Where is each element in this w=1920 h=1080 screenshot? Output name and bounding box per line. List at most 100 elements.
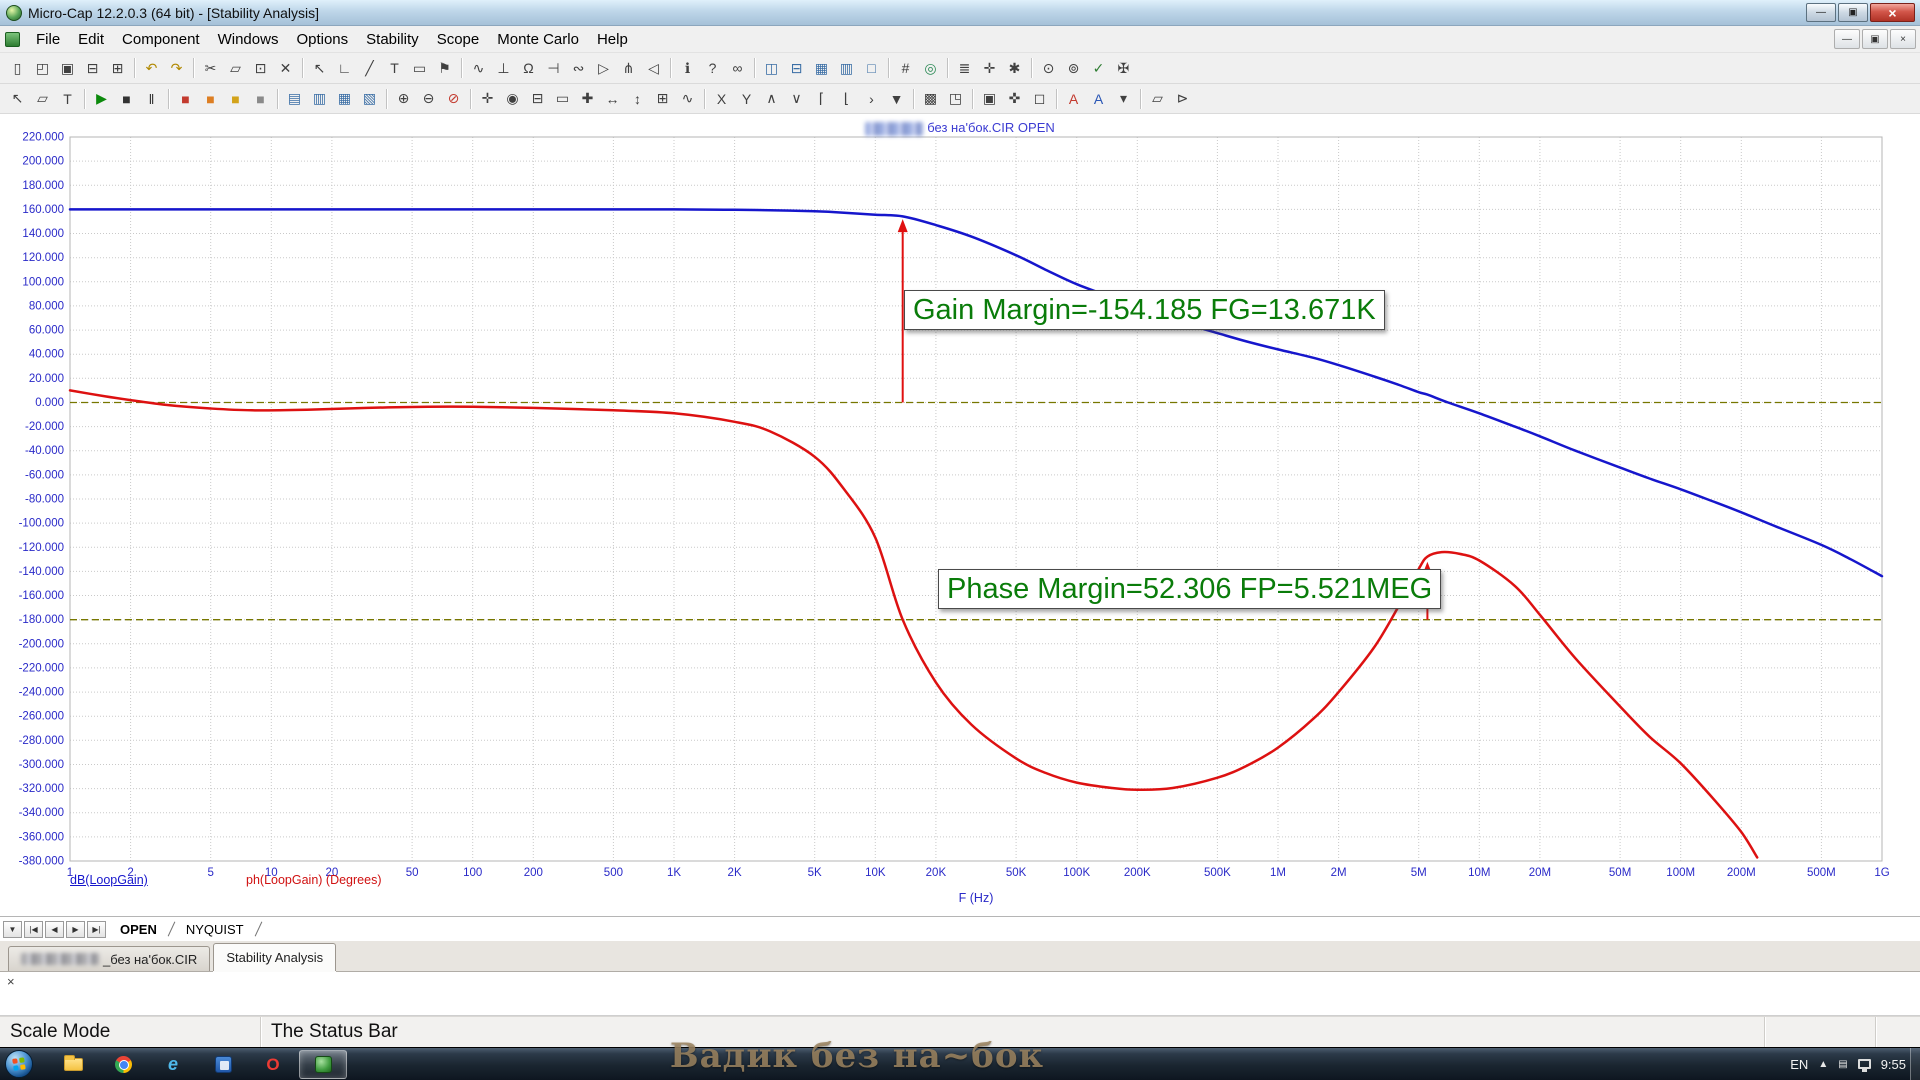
run-analysis-button[interactable]: ▶ — [89, 87, 114, 111]
capacitor-button[interactable]: ⊣ — [541, 56, 566, 80]
plus-mark-button[interactable]: ✚ — [575, 87, 600, 111]
tracker-button[interactable]: ⊞ — [650, 87, 675, 111]
undo-button[interactable]: ↶ — [139, 56, 164, 80]
magnify-region-button[interactable]: ◻ — [1027, 87, 1052, 111]
previous-plot-button[interactable]: ◀ — [45, 921, 64, 938]
next-point-button[interactable]: › — [859, 87, 884, 111]
export-button[interactable]: ⊳ — [1170, 87, 1195, 111]
save-file-button[interactable]: ▣ — [55, 56, 80, 80]
annotate-text-button[interactable]: T — [55, 87, 80, 111]
mdi-minimize-button[interactable]: — — [1834, 29, 1860, 49]
chrome-taskbar-button[interactable] — [99, 1050, 147, 1079]
tokens-button[interactable]: ⊟ — [525, 87, 550, 111]
maximize-window-button[interactable]: □ — [859, 56, 884, 80]
text-mode-button[interactable]: T — [382, 56, 407, 80]
menu-edit[interactable]: Edit — [69, 28, 113, 51]
probe-current-button[interactable]: ■ — [198, 87, 223, 111]
ruler-button[interactable]: ▭ — [550, 87, 575, 111]
close-button[interactable]: × — [1870, 3, 1915, 22]
macro-button[interactable]: ✠ — [1111, 56, 1136, 80]
font-dropdown-button[interactable]: ▾ — [1111, 87, 1136, 111]
help-mode-button[interactable]: ? — [700, 56, 725, 80]
design-tool-button[interactable]: ✛ — [977, 56, 1002, 80]
zoom-in-button[interactable]: ⊕ — [391, 87, 416, 111]
graphics-tool-button[interactable]: ▱ — [30, 87, 55, 111]
gain-curve-legend[interactable]: dB(LoopGain) — [70, 873, 148, 887]
stop-analysis-button[interactable]: ■ — [114, 87, 139, 111]
select-tool-button[interactable]: ↖ — [5, 87, 30, 111]
phase-curve-legend[interactable]: ph(LoopGain) (Degrees) — [246, 873, 382, 887]
go-to-x-button[interactable]: X — [709, 87, 734, 111]
tile-windows-button[interactable]: ▥ — [834, 56, 859, 80]
settings-button[interactable]: ✱ — [1002, 56, 1027, 80]
find-peak-button[interactable]: ∧ — [759, 87, 784, 111]
text-color-button[interactable]: A — [1061, 87, 1086, 111]
data-points-button[interactable]: ◉ — [500, 87, 525, 111]
language-indicator[interactable]: EN — [1790, 1057, 1808, 1072]
internet-explorer-taskbar-button[interactable]: e — [149, 1050, 197, 1079]
add-waveform-button[interactable]: ▤ — [282, 87, 307, 111]
copy-graph-button[interactable]: ▱ — [1145, 87, 1170, 111]
split-vertical-button[interactable]: ⊟ — [784, 56, 809, 80]
waveform-properties-button[interactable]: ▦ — [332, 87, 357, 111]
menu-component[interactable]: Component — [113, 28, 209, 51]
graphics-mode-button[interactable]: ▭ — [407, 56, 432, 80]
plot-tab-open[interactable]: OPEN — [108, 917, 169, 941]
open-file-button[interactable]: ◰ — [30, 56, 55, 80]
delete-waveform-button[interactable]: ▥ — [307, 87, 332, 111]
component-browser-button[interactable]: # — [893, 56, 918, 80]
sine-source-button[interactable]: ∿ — [466, 56, 491, 80]
scale-mode-button[interactable]: ◳ — [943, 87, 968, 111]
paste-button[interactable]: ⊡ — [248, 56, 273, 80]
file-tab--без-на-бок-cir[interactable]: _без на'бок.CIR — [8, 946, 210, 971]
copy-button[interactable]: ▱ — [223, 56, 248, 80]
menu-windows[interactable]: Windows — [209, 28, 288, 51]
tag-horizontal-button[interactable]: ↔ — [600, 87, 625, 111]
transistor-button[interactable]: ⋔ — [616, 56, 641, 80]
probe-power-button[interactable]: ■ — [223, 87, 248, 111]
resistor-button[interactable]: Ω — [516, 56, 541, 80]
network-icon[interactable] — [1858, 1059, 1871, 1069]
probe-voltage-button[interactable]: ■ — [173, 87, 198, 111]
zoom-fit-button[interactable]: ▣ — [977, 87, 1002, 111]
probe-condition-button[interactable]: ■ — [248, 87, 273, 111]
zoom-out-button[interactable]: ⊖ — [416, 87, 441, 111]
menu-stability[interactable]: Stability — [357, 28, 428, 51]
find-button[interactable]: ⊙ — [1036, 56, 1061, 80]
pause-analysis-button[interactable]: ‖ — [139, 87, 164, 111]
cut-button[interactable]: ✂ — [198, 56, 223, 80]
file-tab-stability-analysis[interactable]: Stability Analysis — [213, 943, 336, 971]
show-desktop-button[interactable] — [1910, 1048, 1920, 1080]
panel-close-icon[interactable]: × — [7, 974, 15, 989]
periodic-steady-state-button[interactable]: ∿ — [675, 87, 700, 111]
split-horizontal-button[interactable]: ◫ — [759, 56, 784, 80]
blue-app-taskbar-button[interactable] — [199, 1050, 247, 1079]
diode-button[interactable]: ▷ — [591, 56, 616, 80]
zoom-mode-button[interactable]: ⊘ — [441, 87, 466, 111]
restore-button[interactable]: ▣ — [1838, 3, 1868, 22]
print-preview-button[interactable]: ⊞ — [105, 56, 130, 80]
last-plot-button[interactable]: ▶| — [87, 921, 106, 938]
plot-list-dropdown-button[interactable]: ▼ — [3, 921, 22, 938]
info-button[interactable]: ℹ — [675, 56, 700, 80]
delete-button[interactable]: ✕ — [273, 56, 298, 80]
wire-mode-button[interactable]: ∟ — [332, 56, 357, 80]
link-button[interactable]: ∞ — [725, 56, 750, 80]
check-model-button[interactable]: ✓ — [1086, 56, 1111, 80]
find-low-button[interactable]: ⌊ — [834, 87, 859, 111]
cursor-mode-button[interactable]: ✛ — [475, 87, 500, 111]
flag-mode-button[interactable]: ⚑ — [432, 56, 457, 80]
globe-browser-button[interactable]: ◎ — [918, 56, 943, 80]
cascade-windows-button[interactable]: ▦ — [809, 56, 834, 80]
minimize-button[interactable]: — — [1806, 3, 1836, 22]
new-file-button[interactable]: ▯ — [5, 56, 30, 80]
mdi-restore-button[interactable]: ▣ — [1862, 29, 1888, 49]
select-mode-button[interactable]: ↖ — [307, 56, 332, 80]
find-high-button[interactable]: ⌈ — [809, 87, 834, 111]
opera-taskbar-button[interactable]: O — [249, 1050, 297, 1079]
ground-button[interactable]: ⊥ — [491, 56, 516, 80]
phase-margin-annotation[interactable]: Phase Margin=52.306 FP=5.521MEG — [938, 569, 1441, 609]
menu-monte-carlo[interactable]: Monte Carlo — [488, 28, 588, 51]
menu-help[interactable]: Help — [588, 28, 637, 51]
clock[interactable]: 9:55 — [1881, 1057, 1906, 1072]
